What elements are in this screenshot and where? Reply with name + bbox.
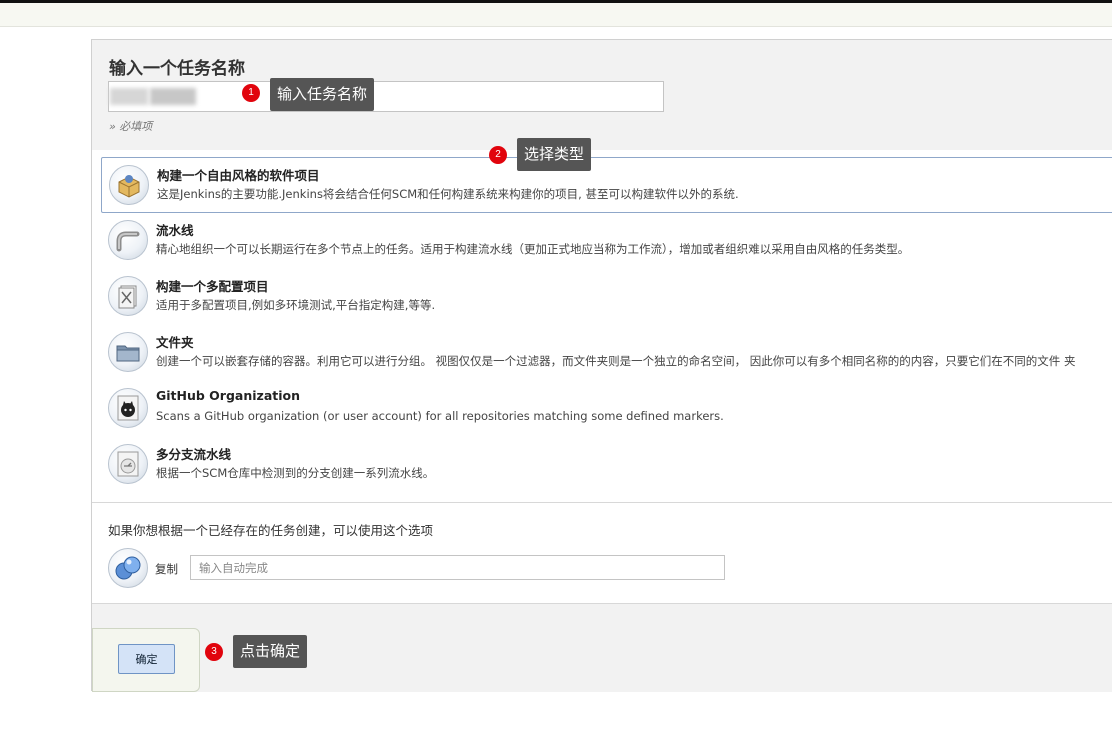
ok-button[interactable]: 确定 bbox=[118, 644, 175, 674]
item-type-pipeline[interactable]: 流水线 精心地组织一个可以长期运行在多个节点上的任务。适用于构建流水线（更加正式… bbox=[101, 213, 1112, 269]
github-org-icon bbox=[108, 388, 148, 428]
item-type-description: 创建一个可以嵌套存储的容器。利用它可以进行分组。 视图仅仅是一个过滤器，而文件夹… bbox=[156, 354, 1076, 368]
page-title: 输入一个任务名称 bbox=[109, 59, 245, 79]
item-type-description: Scans a GitHub organization (or user acc… bbox=[156, 409, 724, 423]
copy-from-input[interactable] bbox=[190, 555, 725, 580]
item-type-list: 构建一个自由风格的软件项目 这是Jenkins的主要功能.Jenkins将会结合… bbox=[92, 150, 1112, 503]
copy-label: 复制 bbox=[155, 562, 178, 576]
item-type-title: 多分支流水线 bbox=[156, 447, 232, 462]
annotation-marker-3: 3 bbox=[205, 643, 223, 661]
item-type-multi-config[interactable]: 构建一个多配置项目 适用于多配置项目,例如多环境测试,平台指定构建,等等. bbox=[101, 269, 1112, 325]
multibranch-pipeline-icon bbox=[108, 444, 148, 484]
new-item-panel: 输入一个任务名称 » 必填项 构建一个自由风格的软件项目 这是Jenkins的主… bbox=[91, 39, 1112, 692]
annotation-marker-2: 2 bbox=[489, 146, 507, 164]
required-hint: » 必填项 bbox=[109, 120, 153, 133]
item-type-github-organization[interactable]: GitHub Organization Scans a GitHub organ… bbox=[101, 381, 1112, 437]
pipeline-icon bbox=[108, 220, 148, 260]
annotation-label-1: 输入任务名称 bbox=[270, 78, 375, 111]
redacted-text bbox=[110, 88, 148, 105]
multi-config-icon bbox=[108, 276, 148, 316]
item-type-folder[interactable]: 文件夹 创建一个可以嵌套存储的容器。利用它可以进行分组。 视图仅仅是一个过滤器，… bbox=[101, 325, 1112, 381]
item-type-title: GitHub Organization bbox=[156, 388, 300, 403]
item-type-freestyle[interactable]: 构建一个自由风格的软件项目 这是Jenkins的主要功能.Jenkins将会结合… bbox=[101, 157, 1112, 213]
annotation-label-3: 点击确定 bbox=[233, 635, 308, 668]
item-type-title: 文件夹 bbox=[156, 335, 194, 350]
header-band bbox=[0, 3, 1112, 27]
item-type-description: 适用于多配置项目,例如多环境测试,平台指定构建,等等. bbox=[156, 298, 436, 312]
annotation-marker-1: 1 bbox=[242, 84, 260, 102]
item-type-multibranch-pipeline[interactable]: 多分支流水线 根据一个SCM仓库中检测到的分支创建一系列流水线。 bbox=[101, 437, 1112, 493]
annotation-label-2: 选择类型 bbox=[517, 138, 592, 171]
item-type-description: 这是Jenkins的主要功能.Jenkins将会结合任何SCM和任何构建系统来构… bbox=[157, 187, 739, 201]
freestyle-project-icon bbox=[109, 165, 149, 205]
folder-icon bbox=[108, 332, 148, 372]
item-type-description: 精心地组织一个可以长期运行在多个节点上的任务。适用于构建流水线（更加正式地应当称… bbox=[156, 242, 910, 256]
item-type-description: 根据一个SCM仓库中检测到的分支创建一系列流水线。 bbox=[156, 466, 435, 480]
copy-icon bbox=[108, 548, 148, 588]
redacted-text bbox=[150, 88, 196, 105]
copy-hint: 如果你想根据一个已经存在的任务创建，可以使用这个选项 bbox=[108, 523, 434, 538]
item-type-title: 流水线 bbox=[156, 223, 194, 238]
item-type-title: 构建一个多配置项目 bbox=[156, 279, 269, 294]
item-type-title: 构建一个自由风格的软件项目 bbox=[157, 168, 320, 183]
copy-from-section: 如果你想根据一个已经存在的任务创建，可以使用这个选项 复制 bbox=[92, 503, 1112, 603]
